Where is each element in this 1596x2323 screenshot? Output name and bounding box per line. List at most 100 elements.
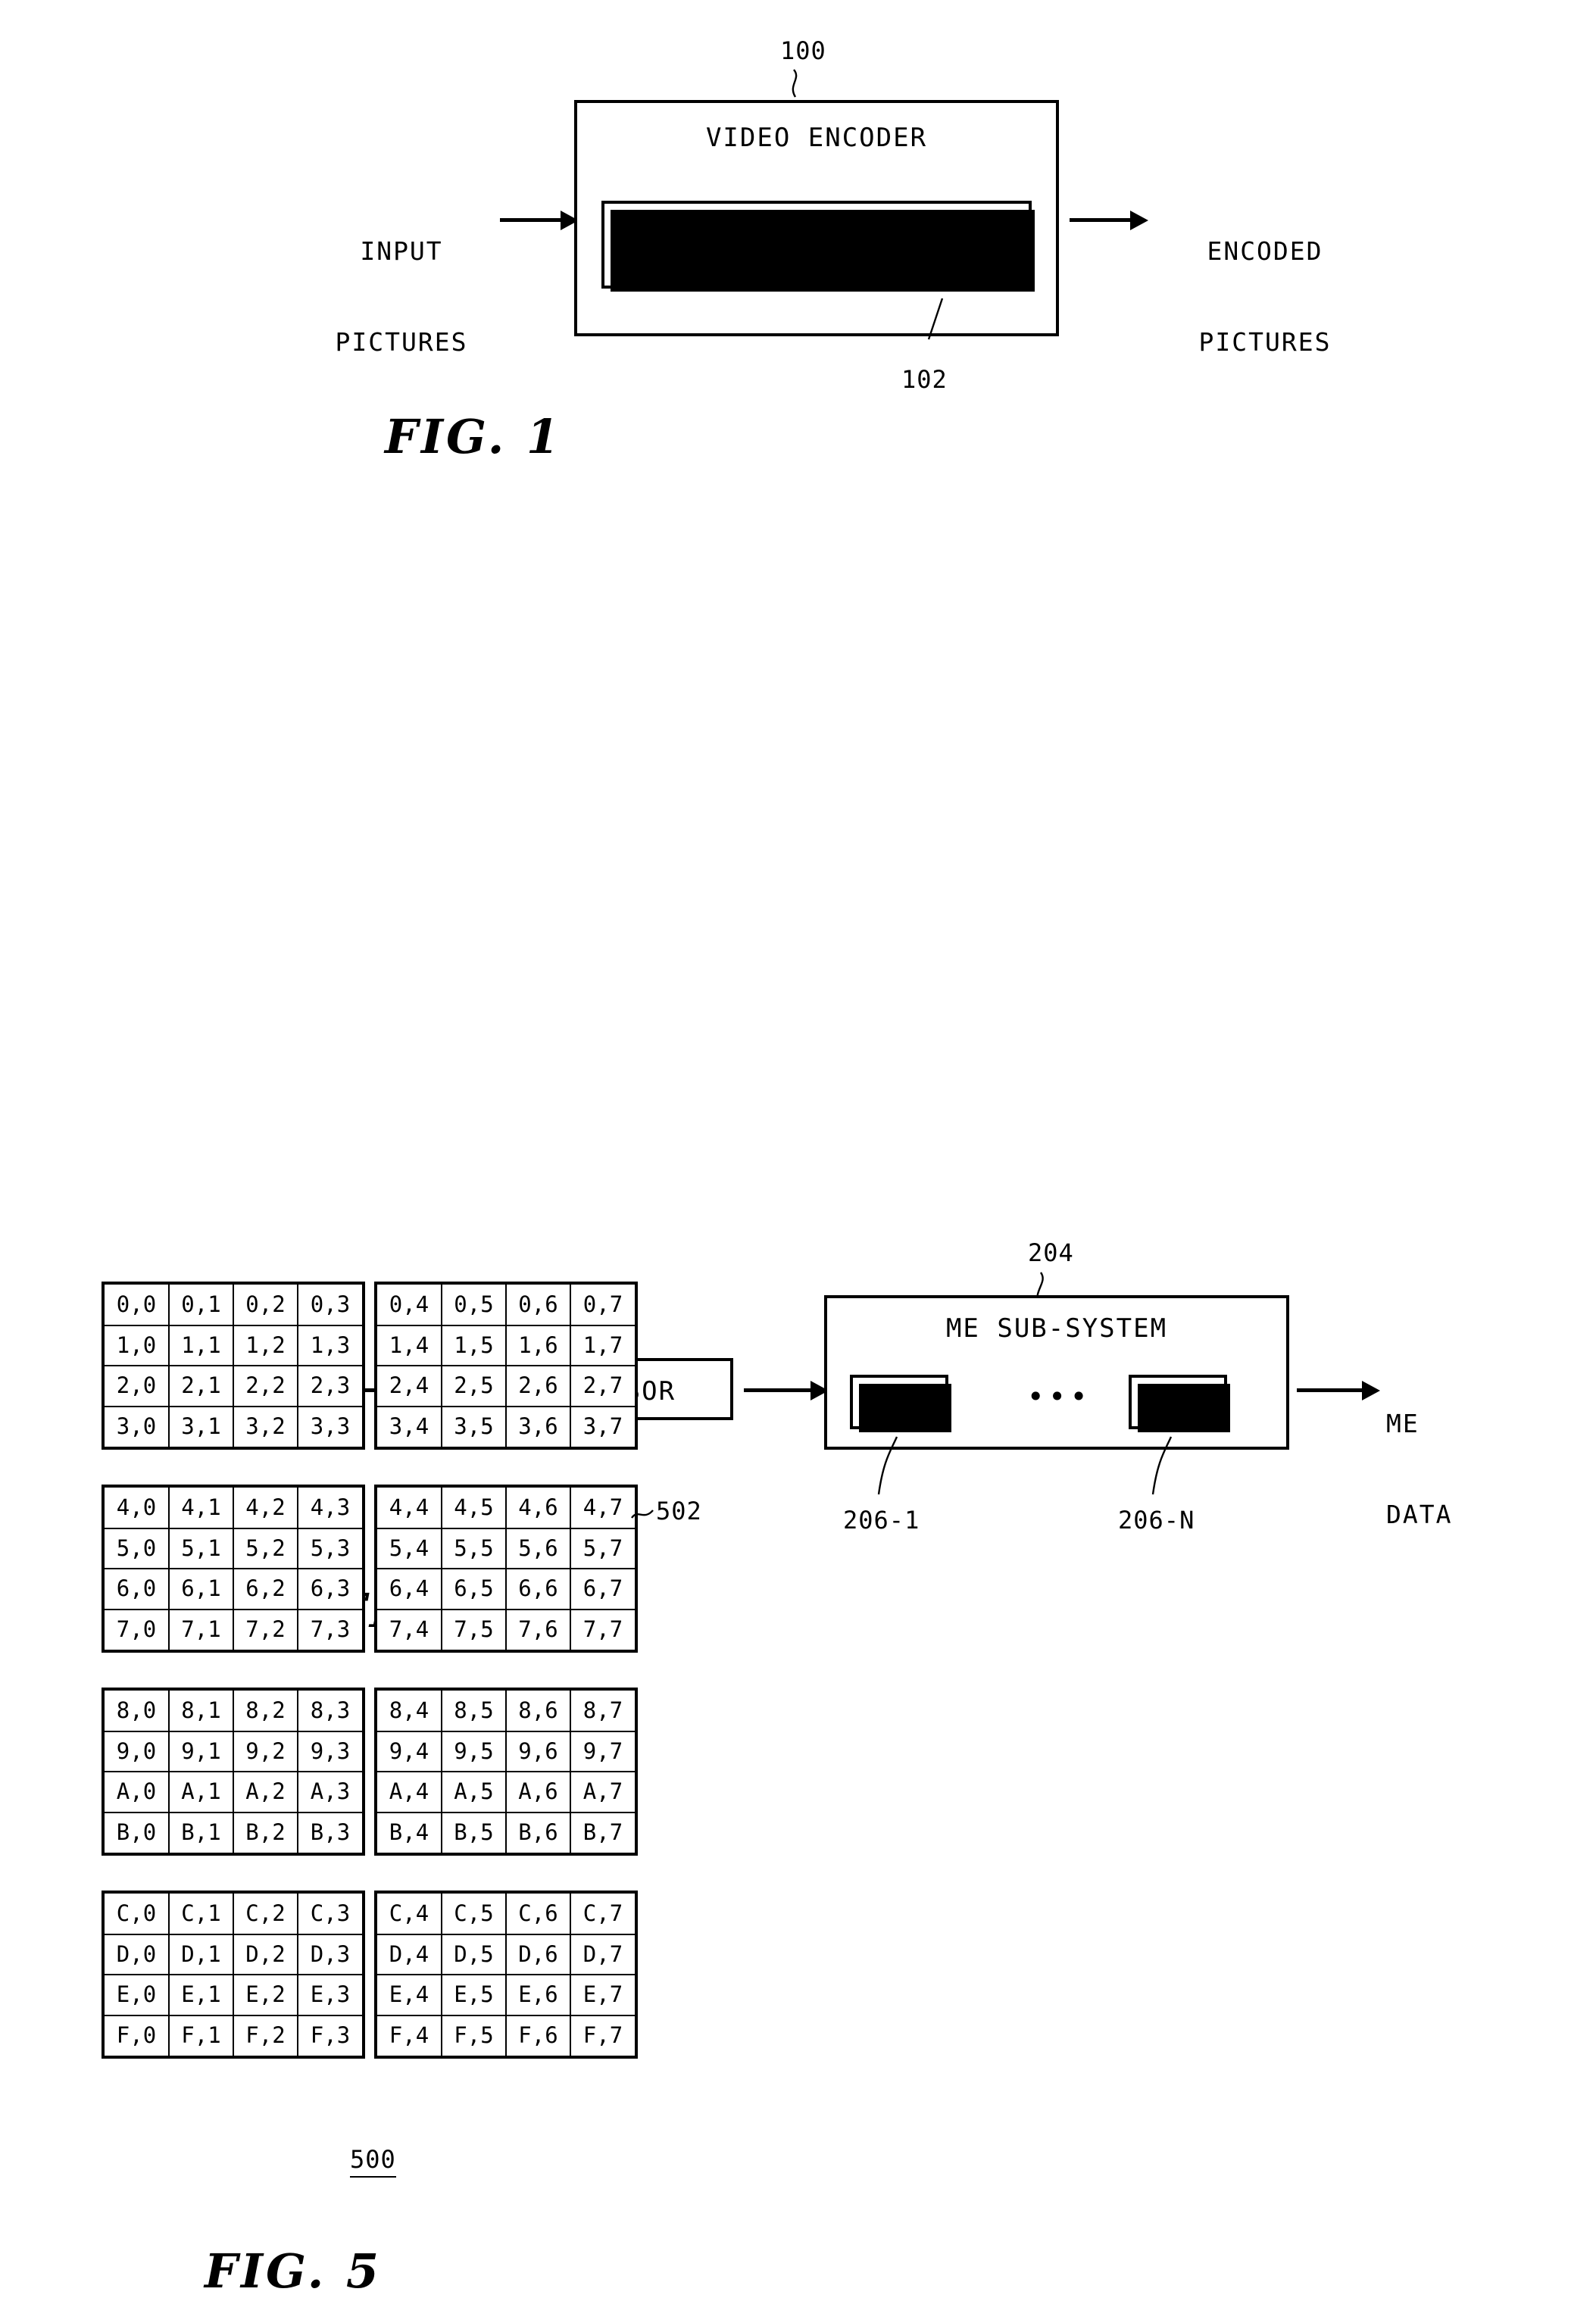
fig5-cell: E,3 bbox=[297, 1974, 362, 2016]
fig5-cell: 2,4 bbox=[377, 1365, 442, 1407]
fig5-cell: 7,6 bbox=[505, 1608, 571, 1650]
table-row: 3,4 3,5 3,6 3,7 bbox=[377, 1405, 635, 1447]
fig1-module-line1: MOTION bbox=[765, 213, 868, 243]
fig5-cell: 1,1 bbox=[168, 1324, 234, 1366]
fig5-cell: D,6 bbox=[505, 1933, 571, 1975]
fig5-cell: D,2 bbox=[233, 1933, 298, 1975]
table-row: C,0 C,1 C,2 C,3 bbox=[105, 1894, 362, 1935]
fig5-cell: D,7 bbox=[570, 1933, 635, 1975]
table-row: 5,4 5,5 5,6 5,7 bbox=[377, 1527, 635, 1569]
fig5-cell: 9,4 bbox=[377, 1730, 442, 1772]
fig5-cell: 4,3 bbox=[297, 1488, 362, 1529]
fig5-quadrant-table: 0,0 0,1 0,2 0,3 1,0 1,1 1,2 1,3 2,0 2,1 2,2 2,3 3,0 3… bbox=[105, 1285, 362, 1447]
fig5-cell: 0,0 bbox=[105, 1285, 170, 1326]
fig5-cell: B,6 bbox=[505, 1811, 571, 1853]
fig5-cell: E,2 bbox=[233, 1974, 298, 2016]
fig5-quadrant-bottom-left: C,0 C,1 C,2 C,3 D,0 D,1 D,2 D,3 E,0 E,1 E,2 E,3 F,0 F… bbox=[102, 1891, 367, 2060]
fig5-cell: 9,5 bbox=[441, 1730, 507, 1772]
fig5-cell: 0,6 bbox=[505, 1285, 571, 1326]
fig5-quadrant-table: 4,4 4,5 4,6 4,7 5,4 5,5 5,6 5,7 6,4 6,5 6,6 6,7 7,4 7… bbox=[377, 1488, 635, 1650]
fig5-cell: 2,7 bbox=[570, 1365, 635, 1407]
fig2-fpme-first-label: FPME bbox=[865, 1390, 933, 1420]
fig5-cell: 5,0 bbox=[105, 1527, 170, 1569]
fig5-cell: C,0 bbox=[105, 1894, 170, 1935]
fig5-cell: 4,4 bbox=[377, 1488, 442, 1529]
fig5-cell: C,7 bbox=[570, 1894, 635, 1935]
table-row: 7,4 7,5 7,6 7,7 bbox=[377, 1608, 635, 1650]
table-row: F,0 F,1 F,2 F,3 bbox=[105, 2014, 362, 2056]
table-row: E,0 E,1 E,2 E,3 bbox=[105, 1974, 362, 2016]
table-row: 5,0 5,1 5,2 5,3 bbox=[105, 1527, 362, 1569]
fig5-cell: 7,0 bbox=[105, 1608, 170, 1650]
fig5-cell: A,7 bbox=[570, 1771, 635, 1813]
fig5-cell: 0,3 bbox=[297, 1285, 362, 1326]
fig5-cell: B,1 bbox=[168, 1811, 234, 1853]
fig5-cell: D,5 bbox=[441, 1933, 507, 1975]
fig2-mid-arrow-line bbox=[744, 1388, 817, 1392]
fig5-cell: 5,2 bbox=[233, 1527, 298, 1569]
fig5-cell: 1,4 bbox=[377, 1324, 442, 1366]
table-row: A,0 A,1 A,2 A,3 bbox=[105, 1771, 362, 1813]
fig5-cell: A,4 bbox=[377, 1771, 442, 1813]
fig2-fpme-last-box: FPME bbox=[1129, 1375, 1230, 1432]
fig5-cell: A,2 bbox=[233, 1771, 298, 1813]
fig5-cell: 3,0 bbox=[105, 1405, 170, 1447]
fig2-fpme-first-box: FPME bbox=[850, 1375, 951, 1432]
table-row: 3,0 3,1 3,2 3,3 bbox=[105, 1405, 362, 1447]
fig5-cell: 3,1 bbox=[168, 1405, 234, 1447]
fig5-cell: 6,6 bbox=[505, 1568, 571, 1610]
fig5-quadrant-second-right: 4,4 4,5 4,6 4,7 5,4 5,5 5,6 5,7 6,4 6,5 6,6 6,7 7,4 7… bbox=[374, 1485, 639, 1654]
fig5-quadrant-table: C,4 C,5 C,6 C,7 D,4 D,5 D,6 D,7 E,4 E,5 E,6 E,7 F,4 F… bbox=[377, 1894, 635, 2056]
fig5-cell: 6,5 bbox=[441, 1568, 507, 1610]
fig5-quadrant-top-left: 0,0 0,1 0,2 0,3 1,0 1,1 1,2 1,3 2,0 2,1 2,2 2,3 3,0 3… bbox=[102, 1282, 367, 1451]
fig5-cell: F,7 bbox=[570, 2014, 635, 2056]
table-row: E,4 E,5 E,6 E,7 bbox=[377, 1974, 635, 2016]
fig5-cell: 4,6 bbox=[505, 1488, 571, 1529]
fig5-cell: E,5 bbox=[441, 1974, 507, 2016]
fig5-cell: 6,1 bbox=[168, 1568, 234, 1610]
fig5-cell: C,1 bbox=[168, 1894, 234, 1935]
table-row: 2,4 2,5 2,6 2,7 bbox=[377, 1365, 635, 1407]
fig5-cell: A,1 bbox=[168, 1771, 234, 1813]
fig5-cell: 0,7 bbox=[570, 1285, 635, 1326]
fig5-cell: F,5 bbox=[441, 2014, 507, 2056]
fig5-ref-502: 502 bbox=[656, 1497, 702, 1525]
fig2-fpme-last-label: FPME bbox=[1144, 1390, 1212, 1420]
fig5-cell: 2,5 bbox=[441, 1365, 507, 1407]
fig5-cell: 9,6 bbox=[505, 1730, 571, 1772]
fig5-cell: 1,6 bbox=[505, 1324, 571, 1366]
fig5-cell: 3,5 bbox=[441, 1405, 507, 1447]
fig5-cell: 0,5 bbox=[441, 1285, 507, 1326]
fig5-cell: C,3 bbox=[297, 1894, 362, 1935]
fig5-cell: 6,7 bbox=[570, 1568, 635, 1610]
fig5-quadrant-table: 4,0 4,1 4,2 4,3 5,0 5,1 5,2 5,3 6,0 6,1 6,2 6,3 7,0 7… bbox=[105, 1488, 362, 1650]
table-row: C,4 C,5 C,6 C,7 bbox=[377, 1894, 635, 1935]
fig5-cell: 6,0 bbox=[105, 1568, 170, 1610]
fig5-cell: 8,1 bbox=[168, 1691, 234, 1732]
fig5-cell: B,7 bbox=[570, 1811, 635, 1853]
fig5-cell: B,3 bbox=[297, 1811, 362, 1853]
fig5-cell: 7,7 bbox=[570, 1608, 635, 1650]
fig5-cell: D,4 bbox=[377, 1933, 442, 1975]
fig1-ref-100: 100 bbox=[780, 36, 826, 65]
fig5-cell: F,1 bbox=[168, 2014, 234, 2056]
fig5-cell: 5,6 bbox=[505, 1527, 571, 1569]
fig5-cell: 8,6 bbox=[505, 1691, 571, 1732]
fig5-cell: 0,4 bbox=[377, 1285, 442, 1326]
fig5-quadrant-third-left: 8,0 8,1 8,2 8,3 9,0 9,1 9,2 9,3 A,0 A,1 A,2 A,3 B,0 B… bbox=[102, 1688, 367, 1857]
fig5-quadrant-table: 0,4 0,5 0,6 0,7 1,4 1,5 1,6 1,7 2,4 2,5 2,6 2,7 3,4 3… bbox=[377, 1285, 635, 1447]
fig5-cell: 7,2 bbox=[233, 1608, 298, 1650]
table-row: 1,4 1,5 1,6 1,7 bbox=[377, 1324, 635, 1366]
fig5-cell: E,6 bbox=[505, 1974, 571, 2016]
fig5-cell: 7,4 bbox=[377, 1608, 442, 1650]
fig5-cell: B,2 bbox=[233, 1811, 298, 1853]
table-row: F,4 F,5 F,6 F,7 bbox=[377, 2014, 635, 2056]
table-row: 9,4 9,5 9,6 9,7 bbox=[377, 1730, 635, 1772]
fig5-cell: A,6 bbox=[505, 1771, 571, 1813]
fig5-cell: 5,7 bbox=[570, 1527, 635, 1569]
fig5-cell: 8,7 bbox=[570, 1691, 635, 1732]
fig5-cell: 9,3 bbox=[297, 1730, 362, 1772]
fig5-cell: 4,1 bbox=[168, 1488, 234, 1529]
fig5-cell: A,3 bbox=[297, 1771, 362, 1813]
fig5-cell: B,5 bbox=[441, 1811, 507, 1853]
